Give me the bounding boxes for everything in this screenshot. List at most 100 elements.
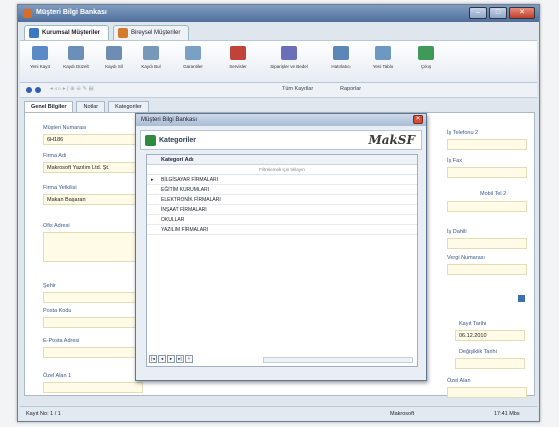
window-controls: – □ ✕ [469,7,535,19]
new-record-icon [32,46,48,60]
field-label: Özel Alan 1 [43,373,72,379]
find-record-button[interactable]: Kaydı Bul [133,44,169,81]
toolbar-label: Kaydı Düzelt [63,64,89,69]
save-icon[interactable] [518,295,525,302]
tab-notes[interactable]: Notlar [76,101,106,112]
table-row[interactable]: YAZILIM FİRMALARI [147,225,417,235]
field-label: İş Dahili [447,229,467,235]
field-label: Değişiklik Tarihi [459,349,497,355]
dialog-close-button[interactable]: ✕ [413,115,423,124]
add-row-button[interactable]: + [185,355,193,363]
grid-pager: |◂ ◂ ▸ ▸| + [149,355,193,364]
title-bar[interactable]: Müşteri Bilgi Bankası – □ ✕ [18,5,539,22]
field-label: Şehir [43,283,56,289]
warranty-button[interactable]: Garantiler [175,44,211,81]
record-date-field[interactable]: 06.12.2010 [455,330,525,341]
column-header[interactable]: Kategori Adı [147,155,417,165]
maximize-button[interactable]: □ [489,7,507,19]
dialog-title: Müşteri Bilgi Bankası [141,117,198,123]
reports-dropdown[interactable]: Raporlar [340,86,361,92]
filter-row[interactable]: Filtrelemek için tıklayın [147,165,417,175]
categories-icon [145,135,156,146]
table-icon [375,46,391,60]
city-field[interactable] [43,292,143,303]
delete-record-button[interactable]: Kaydı Sil [96,44,132,81]
tax-number-field[interactable] [447,264,527,275]
office-address-field[interactable] [43,232,143,262]
field-label: Müşteri Numarası [43,125,87,131]
custom-field-1[interactable] [43,382,143,393]
window-title: Müşteri Bilgi Bankası [36,9,107,16]
customer-number-field[interactable]: 6H186 [43,134,143,145]
reminder-icon [333,46,349,60]
row-indicator-icon: ▸ [151,177,154,183]
company-name-field[interactable]: Makrosoft Yazılım Ltd. Şt. [43,162,143,173]
toolbar-label: Çıkış [420,64,432,69]
field-label: E-Posta Adresi [43,338,80,344]
nav-buttons[interactable]: ◂ ◃ ▹ ▸ | ⊕ ⊖ ✎ ▤ [50,86,94,92]
custom-field[interactable] [447,387,527,398]
tab-label: Kurumsal Müşteriler [42,30,101,36]
last-page-button[interactable]: ▸| [176,355,184,363]
back-icon[interactable] [26,87,32,93]
toolbar-label: Hatırlatıcı [331,64,351,69]
table-row[interactable]: OKULLAR [147,215,417,225]
close-button[interactable]: ✕ [509,7,535,19]
filter-dropdown[interactable]: Tüm Kayıtlar [282,86,313,92]
navigation-bar: ◂ ◃ ▹ ▸ | ⊕ ⊖ ✎ ▤ Tüm Kayıtlar Raporlar [20,83,537,98]
brand-logo: MakSF [368,133,415,147]
postal-code-field[interactable] [43,317,143,328]
dialog-header-title: Kategoriler [159,137,196,144]
category-name: YAZILIM FİRMALARI [161,227,209,233]
modified-date-field[interactable] [455,358,525,369]
forward-icon[interactable] [35,87,41,93]
field-label: Vergi Numarası [447,255,485,261]
service-button[interactable]: Servisler [220,44,256,81]
status-bar: Kayıt No: 1 / 1 Makrosoft 17:41 Mbs [20,406,537,420]
new-table-button[interactable]: Yeni Tablo [365,44,401,81]
company-contact-field[interactable]: Makan Başaran [43,194,143,205]
toolbar-label: Garantiler [183,64,203,69]
table-row[interactable]: İNŞAAT FİRMALARI [147,205,417,215]
field-label: İş Fax [447,158,462,164]
toolbar-label: Siparişler ve Bedel [270,64,308,69]
work-phone-2-field[interactable] [447,139,527,150]
field-label: İş Telefonu 2 [447,130,479,136]
tab-categories[interactable]: Kategoriler [108,101,149,112]
tab-corporate-customers[interactable]: Kurumsal Müşteriler [24,25,110,40]
app-icon [23,9,32,18]
orders-icon [281,46,297,60]
main-tabs: Kurumsal Müşteriler Bireysel Müşteriler [24,25,190,40]
orders-button[interactable]: Siparişler ve Bedel [266,44,312,81]
tab-individual-customers[interactable]: Bireysel Müşteriler [113,25,190,40]
user-icon [118,28,129,38]
table-row[interactable]: EĞİTİM KURUMLARI [147,185,417,195]
edit-record-button[interactable]: Kaydı Düzelt [58,44,94,81]
table-row[interactable]: ELEKTRONİK FİRMALARI [147,195,417,205]
reminder-button[interactable]: Hatırlatıcı [323,44,359,81]
next-page-button[interactable]: ▸ [167,355,175,363]
exit-button[interactable]: Çıkış [408,44,444,81]
status-brand: Makrosoft [390,411,415,417]
dialog-title-bar[interactable]: Müşteri Bilgi Bankası ✕ [136,114,426,126]
email-field[interactable] [43,347,143,358]
edit-record-icon [68,46,84,60]
minimize-button[interactable]: – [469,7,487,19]
first-page-button[interactable]: |◂ [149,355,157,363]
work-fax-field[interactable] [447,167,527,178]
horizontal-scrollbar[interactable] [263,357,413,363]
tab-label: Bireysel Müşteriler [131,30,181,36]
category-name: ELEKTRONİK FİRMALARI [161,197,221,203]
categories-dialog: Müşteri Bilgi Bankası ✕ Kategoriler MakS… [135,113,427,381]
toolbar-label: Yeni Kayıt [29,64,51,69]
mobile-phone-2-field[interactable] [447,201,527,212]
table-row[interactable]: ▸ BİLGİSAYAR FİRMALARI [147,175,417,185]
tab-general-info[interactable]: Genel Bilgiler [24,101,74,112]
new-record-button[interactable]: Yeni Kayıt [22,44,58,81]
toolbar-label: Kaydı Bul [141,64,161,69]
field-label: Özel Alan [447,378,471,384]
previous-page-button[interactable]: ◂ [158,355,166,363]
dialog-header: Kategoriler MakSF [140,130,422,150]
exit-icon [418,46,434,60]
work-extension-field[interactable] [447,238,527,249]
